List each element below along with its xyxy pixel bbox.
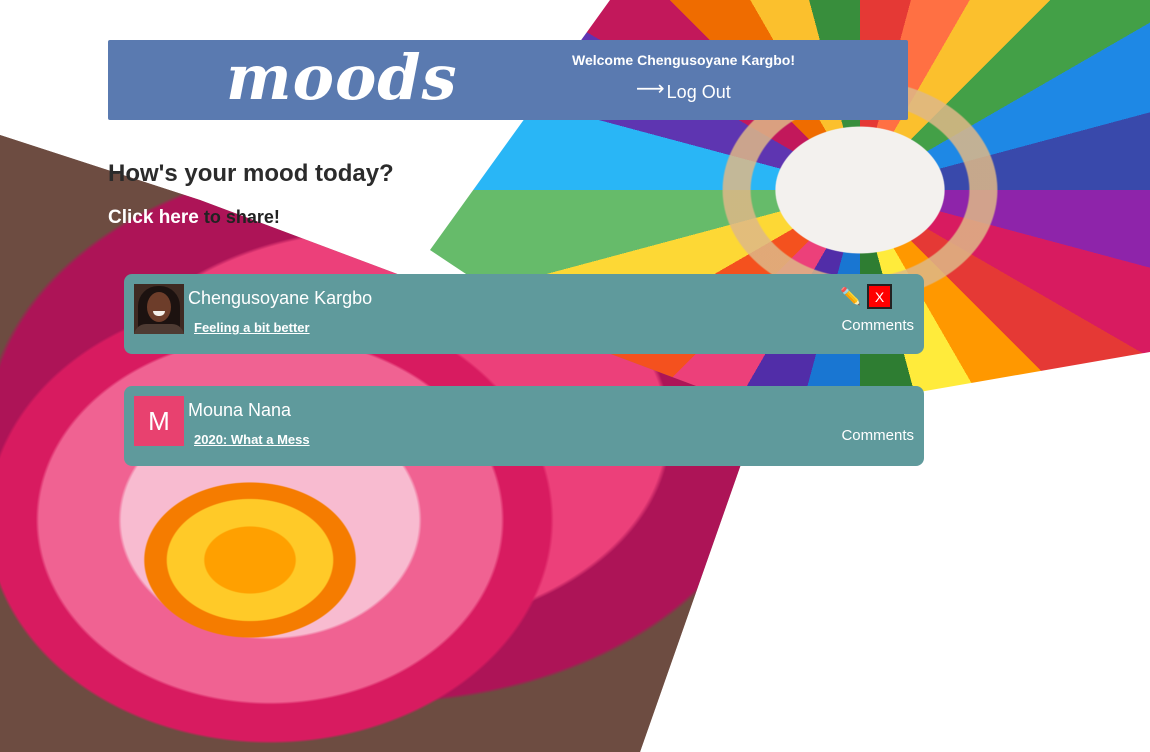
header-bar: moods Welcome Chengusoyane Kargbo! ⟶ Log… [108, 40, 908, 120]
pencil-edit-icon[interactable]: ✏️ [840, 286, 862, 308]
logout-label: Log Out [666, 82, 731, 102]
comments-link[interactable]: Comments [841, 427, 914, 444]
mood-post-card: M Mouna Nana 2020: What a Mess Comments [124, 386, 924, 466]
mood-prompt-heading: How's your mood today? [108, 160, 394, 187]
share-prompt: Click here to share! [108, 207, 280, 229]
click-here-link[interactable]: Click here [108, 207, 199, 228]
avatar [134, 284, 184, 334]
comments-link[interactable]: Comments [841, 317, 914, 334]
logout-link[interactable]: ⟶ Log Out [636, 78, 731, 105]
avatar-shoulders [134, 324, 184, 334]
post-title-link[interactable]: Feeling a bit better [194, 320, 310, 335]
arrow-right-icon: ⟶ [636, 78, 665, 100]
post-author: Chengusoyane Kargbo [188, 288, 373, 308]
share-prompt-text: to share! [198, 207, 280, 227]
post-title-link[interactable]: 2020: What a Mess [194, 432, 310, 447]
mood-post-card: Chengusoyane Kargbo Feeling a bit better… [124, 274, 924, 354]
welcome-message: Welcome Chengusoyane Kargbo! [572, 52, 796, 68]
avatar: M [134, 396, 184, 446]
delete-post-button[interactable]: X [867, 284, 892, 309]
logo[interactable]: moods [226, 40, 458, 120]
page: moods Welcome Chengusoyane Kargbo! ⟶ Log… [0, 0, 1150, 752]
post-author: Mouna Nana [188, 400, 292, 420]
avatar-face [147, 292, 171, 322]
